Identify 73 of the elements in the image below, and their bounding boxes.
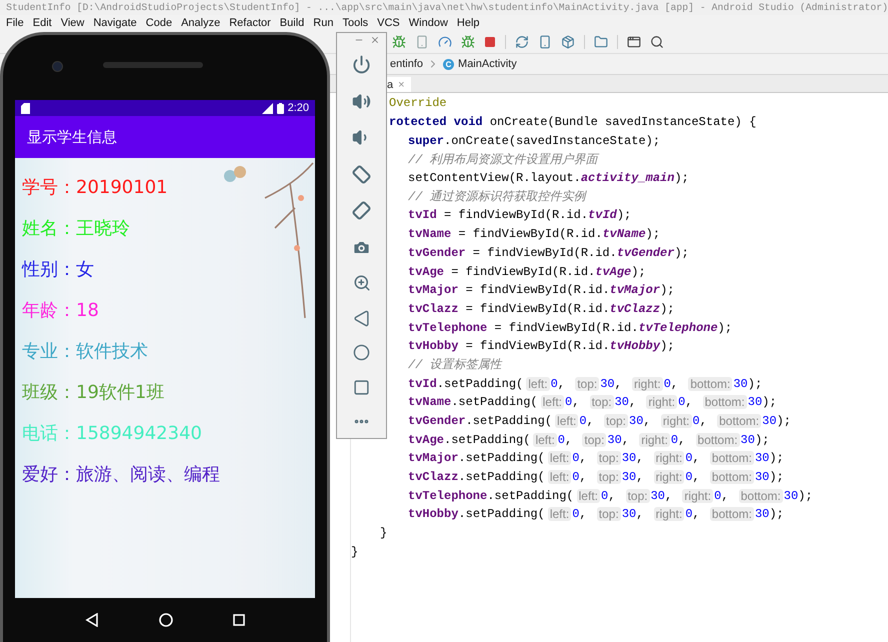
debug-icon[interactable]: [392, 35, 406, 49]
code-line: tvName.setPadding( left: 0, top: 30, right: 0, bottom: 30);: [408, 394, 777, 412]
sd-card-icon: [21, 102, 30, 114]
menu-item[interactable]: View: [60, 17, 84, 29]
code-line: }: [380, 525, 388, 542]
folder-icon[interactable]: [594, 35, 608, 49]
code-line: tvClazz = findViewById(R.id.tvClazz);: [408, 300, 674, 318]
menu-item[interactable]: Navigate: [93, 17, 137, 29]
menu-item[interactable]: Code: [146, 17, 172, 29]
code-line: tvGender = findViewById(R.id.tvGender);: [408, 244, 689, 262]
battery-icon: [276, 102, 284, 114]
menu-item[interactable]: Refactor: [229, 17, 271, 29]
menu-item[interactable]: File: [6, 17, 24, 29]
code-line: setContentView(R.layout.activity_main);: [408, 170, 689, 188]
code-line: super.onCreate(savedInstanceState);: [408, 132, 660, 150]
code-line: tvHobby.setPadding( left: 0, top: 30, right: 0, bottom: 30);: [408, 506, 784, 524]
code-line: tvHobby = findViewById(R.id.tvHobby);: [408, 338, 674, 356]
package-icon[interactable]: [561, 35, 575, 49]
window-title: StudentInfo [D:\AndroidStudioProjects\StudentInfo] - ...\app\src\main\java\net\hw\studentinfo\MainActivity.java [app] - Android Studio (Administrator): [6, 2, 888, 13]
student-info-text: 性别：女: [22, 258, 95, 282]
code-line: tvMajor.setPadding( left: 0, top: 30, right: 0, bottom: 30);: [408, 450, 784, 468]
code-line: tvTelephone = findViewById(R.id.tvTelephone);: [408, 320, 732, 337]
power-icon[interactable]: [352, 55, 371, 74]
code-line: rotected void onCreate(Bundle savedInstanceState) {: [389, 114, 756, 132]
menu-item[interactable]: Window: [408, 17, 448, 29]
menu-item[interactable]: Analyze: [181, 17, 220, 29]
code-line: Override: [389, 95, 447, 112]
code-line: tvGender.setPadding( left: 0, top: 30, right: 0, bottom: 30);: [408, 413, 791, 430]
camera-lens: [52, 61, 63, 72]
menu-item[interactable]: Run: [313, 17, 334, 29]
sync-icon[interactable]: [515, 35, 529, 49]
code-line: tvId = findViewById(R.id.tvId);: [408, 207, 632, 224]
menu-item[interactable]: Build: [280, 17, 304, 29]
rotate-left-icon[interactable]: [352, 164, 371, 184]
code-line: tvAge = findViewById(R.id.tvAge);: [408, 264, 646, 281]
code-line: tvAge.setPadding( left: 0, top: 30, right: 0, bottom: 30);: [408, 432, 770, 449]
code-line: tvClazz.setPadding( left: 0, top: 30, right: 0, bottom: 30);: [408, 469, 784, 486]
bug-icon[interactable]: [461, 35, 475, 49]
student-info-text: 姓名：王晓玲: [22, 217, 131, 241]
window-icon[interactable]: [627, 35, 641, 49]
code-line: tvTelephone.setPadding( left: 0, top: 30, right: 0, bottom: 30);: [408, 488, 813, 505]
volume-up-icon[interactable]: [352, 92, 371, 110]
menu-item[interactable]: Edit: [32, 17, 52, 29]
app-title: 显示学生信息: [27, 128, 117, 146]
close-icon[interactable]: [370, 35, 380, 45]
student-info-text: 爱好：旅游、阅读、编程: [22, 463, 221, 487]
signal-icon: [262, 102, 273, 114]
editor-tab[interactable]: a ×: [386, 77, 411, 92]
search-icon[interactable]: [650, 35, 664, 49]
student-info-text: 电话：15894942340: [22, 422, 203, 446]
code-line: tvMajor = findViewById(R.id.tvMajor);: [408, 282, 674, 300]
zoom-in-icon[interactable]: [352, 274, 370, 292]
code-line: tvName = findViewById(R.id.tvName);: [408, 226, 660, 244]
code-line: // 设置标签属性: [408, 357, 502, 374]
code-line: }: [351, 544, 358, 561]
breadcrumb-item[interactable]: MainActivity: [458, 58, 517, 70]
device-icon[interactable]: [538, 35, 552, 49]
status-time: 2:20: [288, 102, 309, 114]
class-icon: C: [443, 58, 454, 70]
student-info-text: 年龄：18: [22, 299, 100, 323]
menu-item[interactable]: VCS: [377, 17, 400, 29]
breadcrumb-item[interactable]: entinfo: [390, 58, 424, 70]
code-line: // 通过资源标识符获取控件实例: [408, 189, 586, 206]
rotate-right-icon[interactable]: [352, 201, 371, 220]
student-info-text: 班级：19软件1班: [22, 381, 166, 405]
code-line: tvId.setPadding( left: 0, top: 30, right: 0, bottom: 30);: [408, 376, 762, 393]
stop-icon[interactable]: [484, 36, 496, 48]
gauge-icon[interactable]: [438, 35, 452, 49]
student-info-text: 专业：软件技术: [22, 340, 149, 364]
code-line: // 利用布局资源文件设置用户界面: [408, 152, 598, 169]
menu-item[interactable]: Help: [456, 17, 480, 29]
student-info-text: 学号：20190101: [22, 176, 169, 200]
menu-item[interactable]: Tools: [342, 17, 368, 29]
